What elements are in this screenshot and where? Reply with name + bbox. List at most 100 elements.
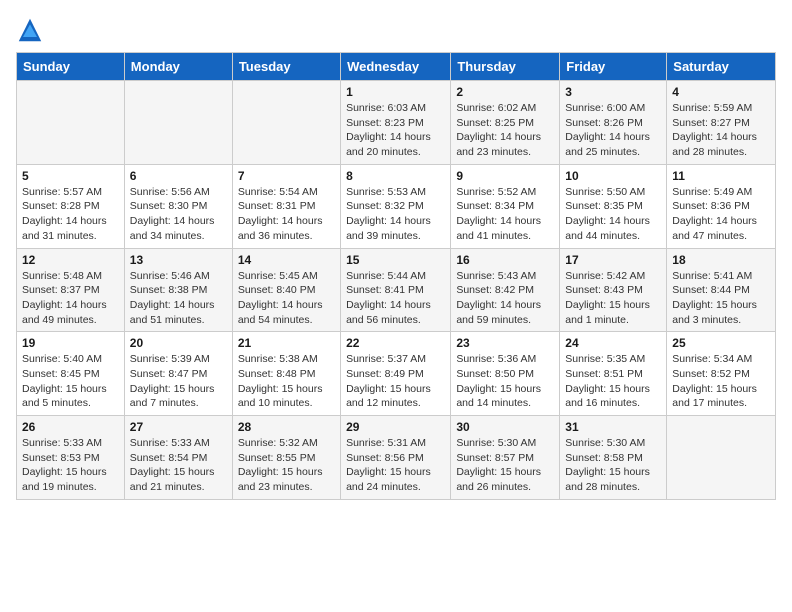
day-info: Sunrise: 5:57 AM Sunset: 8:28 PM Dayligh… (22, 185, 119, 244)
day-cell (17, 81, 125, 165)
day-number: 14 (238, 253, 335, 267)
day-info: Sunrise: 5:35 AM Sunset: 8:51 PM Dayligh… (565, 352, 661, 411)
logo (16, 16, 48, 44)
day-info: Sunrise: 5:32 AM Sunset: 8:55 PM Dayligh… (238, 436, 335, 495)
day-cell: 7 Sunrise: 5:54 AM Sunset: 8:31 PM Daylig… (232, 164, 340, 248)
header-wednesday: Wednesday (341, 53, 451, 81)
calendar-body: 1 Sunrise: 6:03 AM Sunset: 8:23 PM Daylig… (17, 81, 776, 500)
day-number: 10 (565, 169, 661, 183)
day-cell: 17 Sunrise: 5:42 AM Sunset: 8:43 PM Dayli… (560, 248, 667, 332)
header-sunday: Sunday (17, 53, 125, 81)
day-info: Sunrise: 5:49 AM Sunset: 8:36 PM Dayligh… (672, 185, 770, 244)
day-cell: 14 Sunrise: 5:45 AM Sunset: 8:40 PM Dayli… (232, 248, 340, 332)
day-cell: 8 Sunrise: 5:53 AM Sunset: 8:32 PM Daylig… (341, 164, 451, 248)
day-info: Sunrise: 5:43 AM Sunset: 8:42 PM Dayligh… (456, 269, 554, 328)
day-info: Sunrise: 5:50 AM Sunset: 8:35 PM Dayligh… (565, 185, 661, 244)
day-cell (667, 416, 776, 500)
day-cell: 29 Sunrise: 5:31 AM Sunset: 8:56 PM Dayli… (341, 416, 451, 500)
day-number: 13 (130, 253, 227, 267)
day-info: Sunrise: 5:54 AM Sunset: 8:31 PM Dayligh… (238, 185, 335, 244)
day-info: Sunrise: 5:56 AM Sunset: 8:30 PM Dayligh… (130, 185, 227, 244)
day-number: 12 (22, 253, 119, 267)
day-number: 23 (456, 336, 554, 350)
day-number: 16 (456, 253, 554, 267)
header-monday: Monday (124, 53, 232, 81)
day-info: Sunrise: 5:44 AM Sunset: 8:41 PM Dayligh… (346, 269, 445, 328)
day-info: Sunrise: 5:36 AM Sunset: 8:50 PM Dayligh… (456, 352, 554, 411)
day-cell: 25 Sunrise: 5:34 AM Sunset: 8:52 PM Dayli… (667, 332, 776, 416)
week-row-2: 12 Sunrise: 5:48 AM Sunset: 8:37 PM Dayli… (17, 248, 776, 332)
day-cell: 12 Sunrise: 5:48 AM Sunset: 8:37 PM Dayli… (17, 248, 125, 332)
day-number: 31 (565, 420, 661, 434)
day-cell: 10 Sunrise: 5:50 AM Sunset: 8:35 PM Dayli… (560, 164, 667, 248)
day-number: 25 (672, 336, 770, 350)
day-cell: 13 Sunrise: 5:46 AM Sunset: 8:38 PM Dayli… (124, 248, 232, 332)
day-number: 6 (130, 169, 227, 183)
day-cell: 5 Sunrise: 5:57 AM Sunset: 8:28 PM Daylig… (17, 164, 125, 248)
week-row-3: 19Sunrise: 5:40 AM Sunset: 8:45 PM Dayli… (17, 332, 776, 416)
day-info: Sunrise: 5:34 AM Sunset: 8:52 PM Dayligh… (672, 352, 770, 411)
day-cell: 31Sunrise: 5:30 AM Sunset: 8:58 PM Dayli… (560, 416, 667, 500)
day-info: Sunrise: 5:42 AM Sunset: 8:43 PM Dayligh… (565, 269, 661, 328)
header-friday: Friday (560, 53, 667, 81)
day-cell: 11Sunrise: 5:49 AM Sunset: 8:36 PM Dayli… (667, 164, 776, 248)
day-number: 18 (672, 253, 770, 267)
day-number: 30 (456, 420, 554, 434)
day-number: 17 (565, 253, 661, 267)
day-info: Sunrise: 6:03 AM Sunset: 8:23 PM Dayligh… (346, 101, 445, 160)
day-cell: 23 Sunrise: 5:36 AM Sunset: 8:50 PM Dayli… (451, 332, 560, 416)
day-number: 29 (346, 420, 445, 434)
day-info: Sunrise: 5:48 AM Sunset: 8:37 PM Dayligh… (22, 269, 119, 328)
day-cell: 22 Sunrise: 5:37 AM Sunset: 8:49 PM Dayli… (341, 332, 451, 416)
day-number: 24 (565, 336, 661, 350)
day-cell: 15 Sunrise: 5:44 AM Sunset: 8:41 PM Dayli… (341, 248, 451, 332)
header-tuesday: Tuesday (232, 53, 340, 81)
day-cell: 27Sunrise: 5:33 AM Sunset: 8:54 PM Dayli… (124, 416, 232, 500)
day-number: 7 (238, 169, 335, 183)
day-info: Sunrise: 5:33 AM Sunset: 8:53 PM Dayligh… (22, 436, 119, 495)
day-number: 21 (238, 336, 335, 350)
day-info: Sunrise: 5:38 AM Sunset: 8:48 PM Dayligh… (238, 352, 335, 411)
calendar-table: SundayMondayTuesdayWednesdayThursdayFrid… (16, 52, 776, 500)
day-info: Sunrise: 5:31 AM Sunset: 8:56 PM Dayligh… (346, 436, 445, 495)
day-number: 19 (22, 336, 119, 350)
day-cell: 19Sunrise: 5:40 AM Sunset: 8:45 PM Dayli… (17, 332, 125, 416)
day-cell: 3Sunrise: 6:00 AM Sunset: 8:26 PM Daylig… (560, 81, 667, 165)
day-number: 4 (672, 85, 770, 99)
header-saturday: Saturday (667, 53, 776, 81)
day-info: Sunrise: 5:46 AM Sunset: 8:38 PM Dayligh… (130, 269, 227, 328)
logo-icon (16, 16, 44, 44)
day-info: Sunrise: 5:45 AM Sunset: 8:40 PM Dayligh… (238, 269, 335, 328)
day-info: Sunrise: 5:30 AM Sunset: 8:57 PM Dayligh… (456, 436, 554, 495)
day-cell (232, 81, 340, 165)
day-cell: 2Sunrise: 6:02 AM Sunset: 8:25 PM Daylig… (451, 81, 560, 165)
day-cell: 1 Sunrise: 6:03 AM Sunset: 8:23 PM Daylig… (341, 81, 451, 165)
day-cell: 21 Sunrise: 5:38 AM Sunset: 8:48 PM Dayli… (232, 332, 340, 416)
day-info: Sunrise: 5:37 AM Sunset: 8:49 PM Dayligh… (346, 352, 445, 411)
day-info: Sunrise: 6:00 AM Sunset: 8:26 PM Dayligh… (565, 101, 661, 160)
day-cell: 30 Sunrise: 5:30 AM Sunset: 8:57 PM Dayli… (451, 416, 560, 500)
day-number: 28 (238, 420, 335, 434)
day-number: 1 (346, 85, 445, 99)
day-cell: 4 Sunrise: 5:59 AM Sunset: 8:27 PM Daylig… (667, 81, 776, 165)
calendar-header: SundayMondayTuesdayWednesdayThursdayFrid… (17, 53, 776, 81)
day-cell: 16 Sunrise: 5:43 AM Sunset: 8:42 PM Dayli… (451, 248, 560, 332)
day-cell (124, 81, 232, 165)
day-cell: 18 Sunrise: 5:41 AM Sunset: 8:44 PM Dayli… (667, 248, 776, 332)
week-row-1: 5 Sunrise: 5:57 AM Sunset: 8:28 PM Daylig… (17, 164, 776, 248)
day-number: 9 (456, 169, 554, 183)
day-number: 15 (346, 253, 445, 267)
day-number: 26 (22, 420, 119, 434)
week-row-0: 1 Sunrise: 6:03 AM Sunset: 8:23 PM Daylig… (17, 81, 776, 165)
page-header (16, 16, 776, 44)
day-number: 8 (346, 169, 445, 183)
day-info: Sunrise: 5:53 AM Sunset: 8:32 PM Dayligh… (346, 185, 445, 244)
day-cell: 24 Sunrise: 5:35 AM Sunset: 8:51 PM Dayli… (560, 332, 667, 416)
day-cell: 26 Sunrise: 5:33 AM Sunset: 8:53 PM Dayli… (17, 416, 125, 500)
day-number: 5 (22, 169, 119, 183)
day-info: Sunrise: 5:59 AM Sunset: 8:27 PM Dayligh… (672, 101, 770, 160)
day-cell: 9Sunrise: 5:52 AM Sunset: 8:34 PM Daylig… (451, 164, 560, 248)
day-cell: 28 Sunrise: 5:32 AM Sunset: 8:55 PM Dayli… (232, 416, 340, 500)
day-info: Sunrise: 5:41 AM Sunset: 8:44 PM Dayligh… (672, 269, 770, 328)
day-number: 22 (346, 336, 445, 350)
